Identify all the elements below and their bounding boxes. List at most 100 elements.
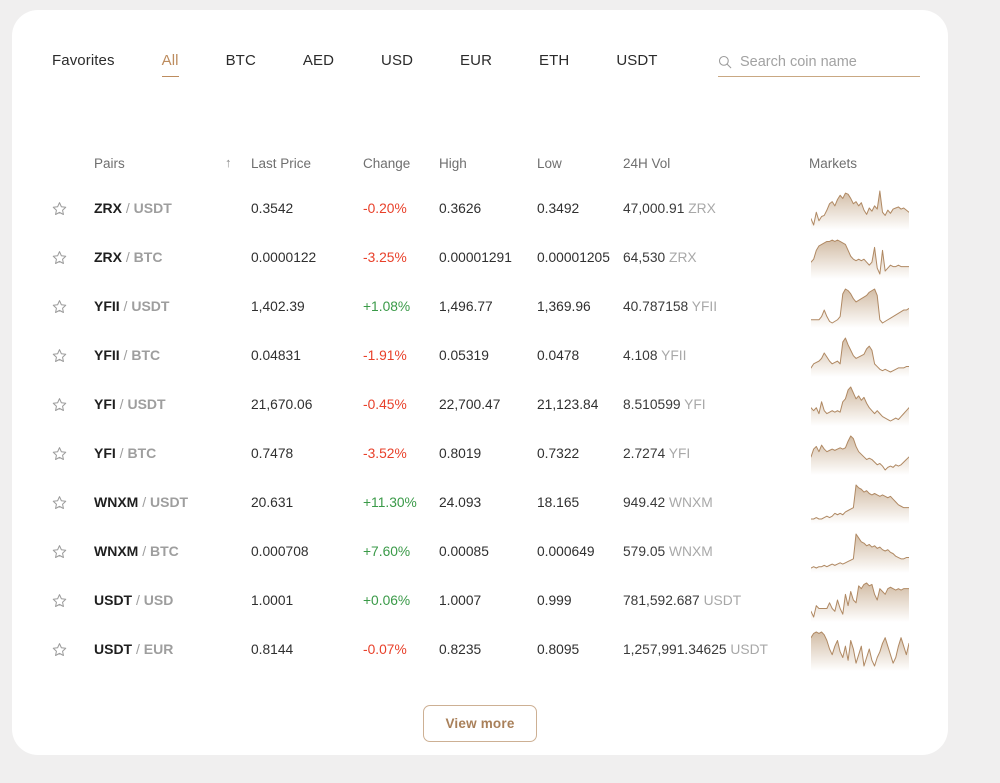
market-table-card: Favorites All BTC AED USD EUR ETH USDT Pairs ↑ …	[12, 10, 948, 755]
change-cell: -3.52%	[363, 445, 407, 461]
tab-aed[interactable]: AED	[303, 52, 334, 77]
favorite-star-button[interactable]	[52, 348, 94, 363]
table-row[interactable]: YFII / BTC 0.04831 -1.91% 0.05319 0.0478 4.10…	[52, 331, 926, 380]
volume-unit: YFI	[665, 446, 691, 461]
volume-unit: YFI	[680, 397, 706, 412]
volume-cell: 781,592.687 USDT	[623, 593, 809, 608]
pair-separator: /	[119, 346, 132, 363]
sparkline-cell	[809, 188, 926, 230]
table-row[interactable]: WNXM / BTC 0.000708 +7.60% 0.00085 0.000649 5…	[52, 527, 926, 576]
volume-unit: YFII	[657, 348, 687, 363]
table-row[interactable]: USDT / USD 1.0001 +0.06% 1.0007 0.999 781,592…	[52, 576, 926, 625]
pair-separator: /	[115, 444, 128, 461]
search-input[interactable]	[740, 54, 920, 70]
pair-cell[interactable]: YFI / USDT	[94, 396, 225, 414]
pair-cell[interactable]: WNXM / USDT	[94, 494, 225, 512]
table-row[interactable]: USDT / EUR 0.8144 -0.07% 0.8235 0.8095 1,257,…	[52, 625, 926, 674]
header-markets: Markets	[809, 155, 858, 171]
tab-all[interactable]: All	[161, 52, 179, 77]
market-filter-bar: Favorites All BTC AED USD EUR ETH USDT	[12, 52, 948, 92]
low-cell: 0.999	[537, 593, 572, 608]
low-cell: 0.3492	[537, 201, 580, 216]
sparkline-cell	[809, 482, 926, 524]
tab-favorites[interactable]: Favorites	[52, 52, 115, 77]
tab-btc[interactable]: BTC	[226, 52, 256, 77]
pair-quote: BTC	[133, 248, 163, 265]
change-cell: -0.20%	[363, 200, 407, 216]
header-24h-vol[interactable]: 24H Vol	[623, 156, 809, 171]
tab-usd[interactable]: USD	[381, 52, 413, 77]
sparkline-cell	[809, 433, 926, 475]
favorite-star-button[interactable]	[52, 250, 94, 265]
pair-cell[interactable]: USDT / EUR	[94, 641, 225, 659]
pair-quote: USDT	[150, 493, 189, 510]
change-cell: +11.30%	[363, 494, 417, 510]
high-cell: 0.00085	[439, 544, 489, 559]
header-high[interactable]: High	[439, 156, 537, 171]
search-box[interactable]	[718, 54, 920, 77]
pair-separator: /	[122, 248, 134, 265]
table-body: ZRX / USDT 0.3542 -0.20% 0.3626 0.3492 47,000…	[52, 184, 926, 674]
pair-cell[interactable]: YFII / USDT	[94, 298, 225, 316]
header-last-price[interactable]: Last Price	[251, 156, 363, 171]
volume-value: 64,530	[623, 250, 666, 265]
tab-eur[interactable]: EUR	[460, 52, 492, 77]
sparkline-cell	[809, 629, 926, 671]
low-cell: 18.165	[537, 495, 580, 510]
volume-value: 47,000.91	[623, 201, 685, 216]
volume-cell: 579.05 WNXM	[623, 544, 809, 559]
change-cell: -1.91%	[363, 347, 407, 363]
header-change[interactable]: Change	[363, 156, 439, 171]
favorite-star-button[interactable]	[52, 642, 94, 657]
volume-cell: 949.42 WNXM	[623, 495, 809, 510]
tab-usdt[interactable]: USDT	[616, 52, 657, 77]
volume-value: 4.108	[623, 348, 658, 363]
view-more-button[interactable]: View more	[423, 705, 537, 742]
pair-cell[interactable]: YFI / BTC	[94, 445, 225, 463]
favorite-star-button[interactable]	[52, 201, 94, 216]
change-cell: -0.07%	[363, 641, 407, 657]
pair-separator: /	[138, 493, 150, 510]
favorite-star-button[interactable]	[52, 446, 94, 461]
volume-unit: WNXM	[665, 495, 713, 510]
volume-unit: USDT	[726, 642, 768, 657]
sparkline-cell	[809, 237, 926, 279]
pair-cell[interactable]: USDT / USD	[94, 592, 225, 610]
pair-cell[interactable]: YFII / BTC	[94, 347, 225, 365]
pair-cell[interactable]: ZRX / BTC	[94, 249, 225, 267]
favorite-star-button[interactable]	[52, 495, 94, 510]
volume-cell: 40.787158 YFII	[623, 299, 809, 314]
high-cell: 0.05319	[439, 348, 489, 363]
pair-quote: BTC	[150, 542, 179, 559]
pair-base: WNXM	[94, 493, 139, 510]
header-low[interactable]: Low	[537, 156, 623, 171]
sort-toggle[interactable]: ↑	[225, 154, 251, 172]
markets-table: Pairs ↑ Last Price Change High Low 24H V…	[52, 142, 926, 674]
volume-unit: WNXM	[665, 544, 713, 559]
table-row[interactable]: ZRX / USDT 0.3542 -0.20% 0.3626 0.3492 47,000…	[52, 184, 926, 233]
low-cell: 0.0478	[537, 348, 580, 363]
header-pairs[interactable]: Pairs	[94, 156, 225, 171]
pair-cell[interactable]: WNXM / BTC	[94, 543, 225, 561]
last-price-cell: 0.3542	[251, 201, 294, 216]
favorite-star-button[interactable]	[52, 593, 94, 608]
table-row[interactable]: YFI / USDT 21,670.06 -0.45% 22,700.47 21,123…	[52, 380, 926, 429]
pair-base: USDT	[94, 591, 133, 608]
favorite-star-button[interactable]	[52, 299, 94, 314]
table-row[interactable]: YFII / USDT 1,402.39 +1.08% 1,496.77 1,369.9…	[52, 282, 926, 331]
volume-unit: USDT	[699, 593, 742, 608]
table-row[interactable]: ZRX / BTC 0.0000122 -3.25% 0.00001291 0.0000…	[52, 233, 926, 282]
last-price-cell: 0.000708	[251, 544, 309, 559]
change-cell: -0.45%	[363, 396, 407, 412]
pair-base: WNXM	[94, 542, 139, 559]
tab-eth[interactable]: ETH	[539, 52, 569, 77]
low-cell: 21,123.84	[537, 397, 599, 412]
favorite-star-button[interactable]	[52, 397, 94, 412]
table-row[interactable]: YFI / BTC 0.7478 -3.52% 0.8019 0.7322 2.7274 …	[52, 429, 926, 478]
favorite-star-button[interactable]	[52, 544, 94, 559]
last-price-cell: 0.8144	[251, 642, 294, 657]
table-row[interactable]: WNXM / USDT 20.631 +11.30% 24.093 18.165 949.…	[52, 478, 926, 527]
volume-cell: 47,000.91 ZRX	[623, 201, 809, 216]
pair-cell[interactable]: ZRX / USDT	[94, 200, 225, 218]
volume-value: 40.787158	[623, 299, 689, 314]
